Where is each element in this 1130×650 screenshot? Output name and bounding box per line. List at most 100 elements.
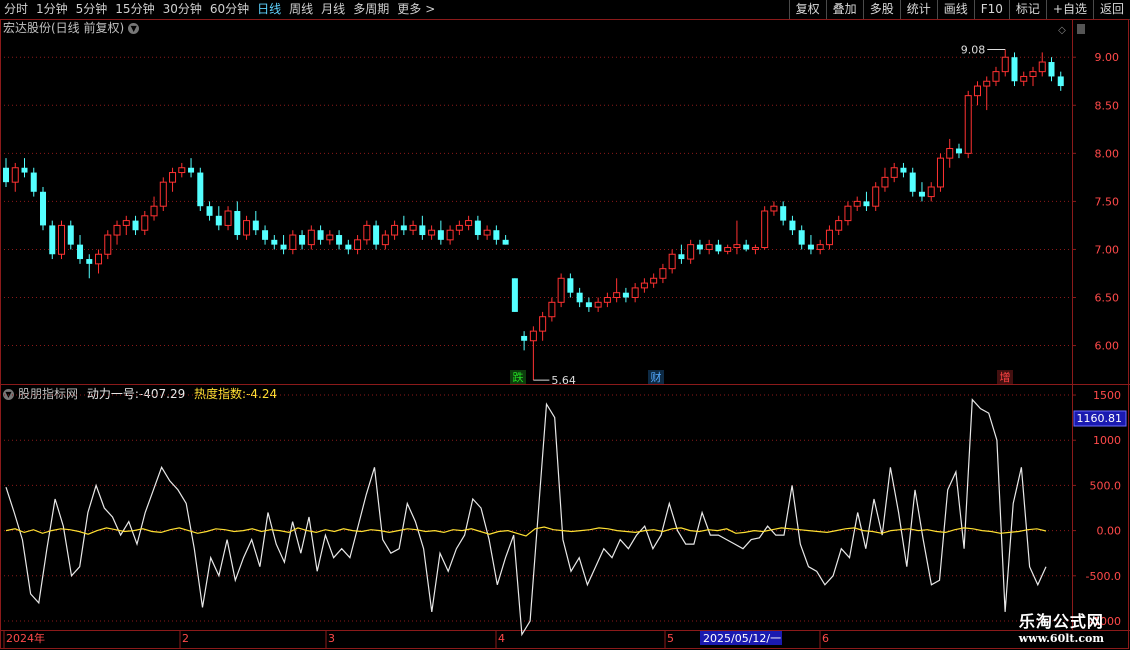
candle-body-up bbox=[529, 330, 537, 342]
candle-body-up bbox=[705, 244, 713, 250]
candle-body-down bbox=[696, 244, 703, 250]
price-tick-label: 6.50 bbox=[1095, 292, 1120, 305]
candle-body-down bbox=[789, 220, 796, 231]
candle-body-down bbox=[132, 220, 139, 231]
candle-body-up bbox=[169, 172, 177, 183]
candle-body-down bbox=[807, 244, 814, 250]
candle-body-down bbox=[252, 220, 259, 231]
event-marker[interactable]: 跌 bbox=[513, 370, 524, 384]
candle-body-up bbox=[446, 229, 454, 241]
candle-body-down bbox=[1011, 57, 1018, 82]
event-marker[interactable]: 增 bbox=[1000, 370, 1011, 384]
indicator-tick-label: 1500 bbox=[1093, 389, 1121, 402]
watermark-url: www.60lt.com bbox=[1018, 632, 1104, 645]
candle-body-down bbox=[280, 244, 287, 250]
candle-body-up bbox=[141, 215, 149, 231]
candle-body-down bbox=[206, 206, 213, 216]
candle-body-up bbox=[224, 210, 232, 226]
candle-body-up bbox=[307, 229, 315, 246]
candle-body-up bbox=[724, 247, 732, 252]
candle-body-down bbox=[955, 148, 962, 154]
candle-body-up bbox=[613, 292, 621, 299]
high-label: 9.08 bbox=[961, 44, 986, 57]
chart-canvas[interactable]: 6.00 6.50 7.00 7.50 8.00 8.50 9.00 9.08 5.64 跌 财 增 1… bbox=[0, 0, 1130, 650]
candle-body-down bbox=[317, 230, 324, 240]
candle-body-up bbox=[150, 205, 158, 217]
candle-body-up bbox=[659, 268, 667, 279]
candle-body-up bbox=[733, 244, 741, 249]
candle-body-up bbox=[455, 224, 463, 231]
candle-body-down bbox=[271, 239, 278, 245]
candle-body-up bbox=[409, 224, 417, 231]
time-tick-label: 2024年 bbox=[6, 631, 45, 645]
candle-body-up bbox=[853, 200, 861, 207]
candle-body-up bbox=[881, 176, 889, 188]
time-tick-label: 4 bbox=[498, 632, 505, 645]
candle-body-up bbox=[936, 157, 944, 188]
candle-body-down bbox=[30, 172, 37, 192]
candle-body-down bbox=[585, 302, 592, 308]
candle-body-up bbox=[872, 186, 880, 207]
candle-body-up bbox=[557, 277, 565, 303]
candle-body-down bbox=[576, 292, 583, 303]
watermark: 乐淘公式网 www.60lt.com bbox=[1019, 608, 1104, 645]
panel-handle-icon bbox=[1077, 24, 1085, 34]
candle-body-up bbox=[326, 234, 334, 241]
candle-body-up bbox=[816, 244, 824, 250]
candle-body-down bbox=[474, 220, 481, 236]
series-line-redu bbox=[5, 526, 1047, 537]
watermark-title: 乐淘公式网 bbox=[1018, 612, 1104, 631]
event-marker[interactable]: 财 bbox=[651, 370, 662, 384]
candle-body-down bbox=[798, 230, 805, 245]
candle-body-down bbox=[1057, 76, 1064, 87]
candle-body-up bbox=[594, 301, 602, 308]
candle-body-down bbox=[502, 239, 509, 245]
candle-body-up bbox=[964, 95, 972, 154]
candle-body-up bbox=[381, 234, 389, 246]
candle-body-down bbox=[2, 167, 10, 183]
candle-body-up bbox=[11, 167, 19, 183]
candle-body-up bbox=[668, 253, 676, 270]
candle-body-up bbox=[289, 234, 297, 250]
candle-body-up bbox=[751, 247, 759, 250]
diamond-icon: ◇ bbox=[1058, 25, 1066, 36]
price-tick-label: 6.00 bbox=[1095, 340, 1120, 353]
candle-body-down bbox=[373, 225, 380, 245]
candle-body-up bbox=[631, 287, 639, 298]
candle-body-down bbox=[40, 191, 47, 226]
candle-body-up bbox=[159, 181, 167, 207]
candle-body-down bbox=[21, 167, 28, 173]
candle-body-up bbox=[1029, 71, 1037, 77]
candle-body-down bbox=[77, 244, 84, 260]
candle-body-down bbox=[743, 244, 750, 250]
candle-body-up bbox=[178, 167, 186, 174]
candle-body-down bbox=[909, 172, 916, 192]
candle-body-up bbox=[1020, 75, 1028, 82]
candle-body-down bbox=[234, 211, 241, 236]
candle-body-up bbox=[983, 80, 991, 87]
candle-body-down bbox=[400, 225, 407, 231]
candle-body-up bbox=[539, 316, 547, 332]
candle-body-up bbox=[650, 277, 658, 284]
candle-body-down bbox=[437, 230, 444, 240]
candle-body-down bbox=[511, 278, 518, 312]
candle-body-down bbox=[900, 167, 907, 173]
candle-body-up bbox=[113, 224, 121, 236]
candle-body-up bbox=[95, 253, 103, 265]
candle-body-down bbox=[567, 278, 574, 293]
candle-body-up bbox=[122, 220, 130, 226]
time-tick-label: 3 bbox=[328, 632, 335, 645]
candle-body-down bbox=[918, 191, 925, 197]
candle-body-up bbox=[391, 224, 399, 236]
candle-body-up bbox=[465, 220, 473, 226]
candle-body-up bbox=[1038, 61, 1046, 73]
candle-body-up bbox=[428, 229, 436, 236]
candle-body-down bbox=[67, 225, 74, 245]
candle-body-up bbox=[844, 205, 852, 222]
candle-body-down bbox=[197, 172, 204, 207]
time-tick-label: 6 bbox=[822, 632, 829, 645]
candle-body-up bbox=[603, 297, 611, 303]
price-tick-label: 7.00 bbox=[1095, 243, 1120, 256]
candle-body-down bbox=[336, 235, 343, 245]
time-tick-label: 2 bbox=[182, 632, 189, 645]
